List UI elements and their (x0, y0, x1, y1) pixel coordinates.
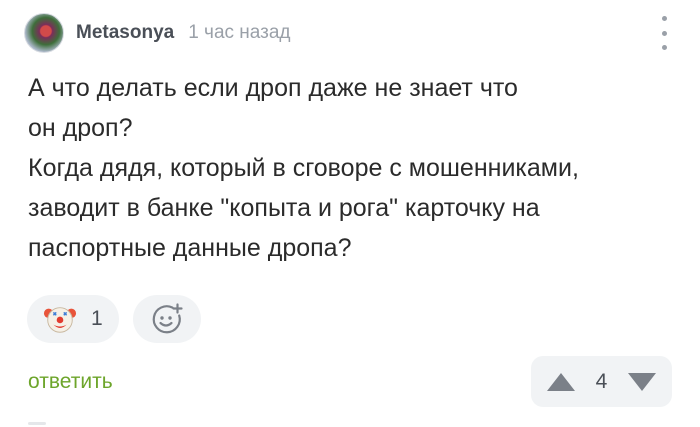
reactions-bar: 1 (27, 295, 201, 343)
add-reaction-icon (152, 303, 183, 334)
avatar[interactable] (24, 13, 64, 53)
comment-line: он дроп? (28, 114, 133, 142)
reply-link[interactable]: ответить (28, 370, 113, 394)
divider (28, 422, 46, 425)
comment-line: паспортные данные дропа? (28, 234, 352, 262)
reaction-clown-button[interactable]: 1 (27, 295, 119, 343)
comment-line: А что делать если дроп даже не знает что (28, 74, 518, 102)
downvote-icon[interactable] (626, 371, 658, 393)
more-options-icon[interactable] (656, 16, 672, 50)
clown-face-icon (43, 307, 77, 333)
comment-header: Metasonya 1 час назад (24, 12, 676, 54)
comment-text: А что делать если дроп даже не знает что… (28, 68, 678, 268)
comment-time: 1 час назад (188, 22, 291, 43)
author-name[interactable]: Metasonya (76, 22, 174, 44)
reaction-count: 1 (91, 307, 103, 330)
rating-control: 4 (531, 356, 672, 407)
upvote-icon[interactable] (545, 371, 577, 393)
add-reaction-button[interactable] (133, 295, 201, 343)
rating-value: 4 (595, 369, 608, 393)
comment-line: Когда дядя, который в сговоре с мошенник… (28, 154, 579, 182)
comment-line: заводит в банке "копыта и рога" карточку… (28, 194, 540, 222)
